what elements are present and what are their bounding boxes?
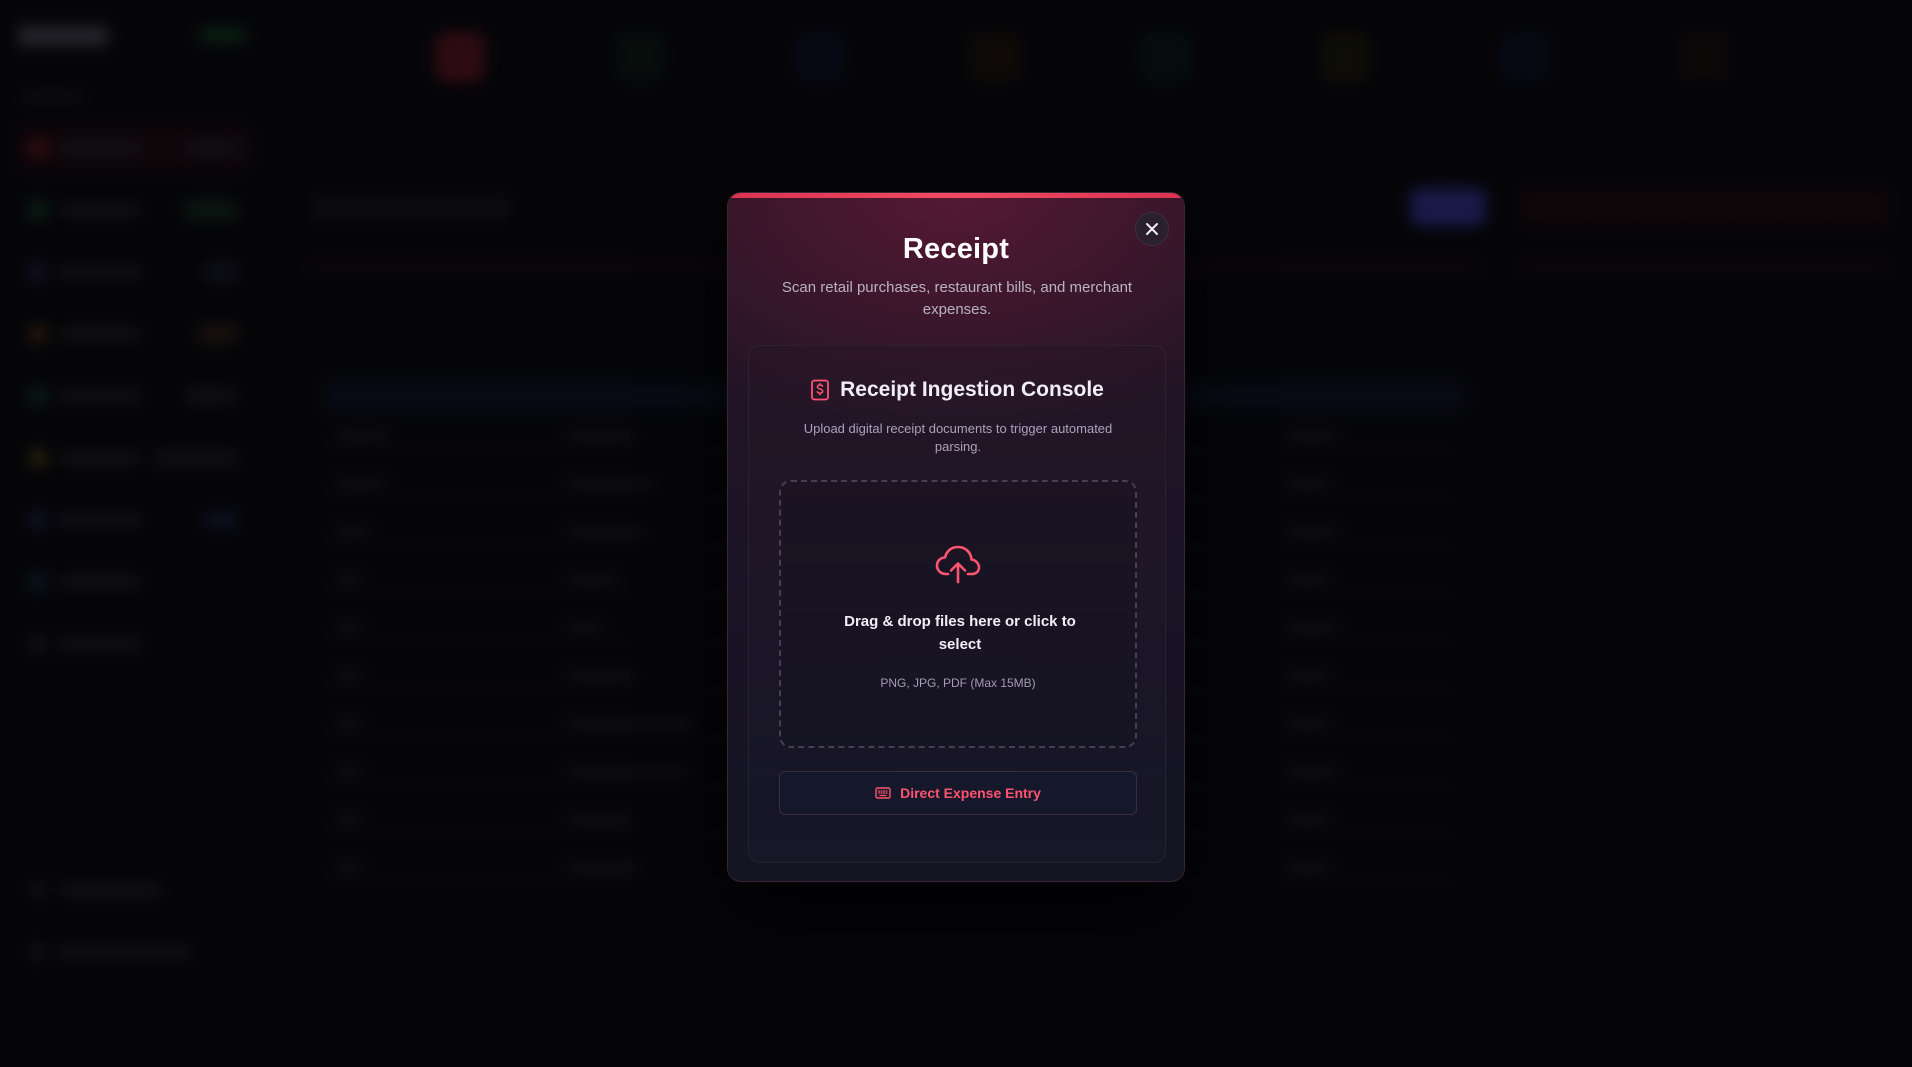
keyboard-icon	[875, 787, 891, 799]
console-title: Receipt Ingestion Console	[840, 378, 1104, 401]
dropzone-hint: PNG, JPG, PDF (Max 15MB)	[880, 676, 1036, 690]
direct-expense-entry-button[interactable]: Direct Expense Entry	[779, 771, 1137, 815]
modal-accent-bar	[728, 193, 1184, 198]
console-header: Receipt Ingestion Console	[749, 378, 1165, 402]
direct-expense-entry-label: Direct Expense Entry	[900, 785, 1041, 801]
receipt-ingestion-console: Receipt Ingestion Console Upload digital…	[748, 345, 1166, 863]
modal-title: Receipt	[902, 233, 1010, 265]
cloud-upload-icon	[935, 545, 981, 584]
receipt-modal: Receipt Scan retail purchases, restauran…	[727, 192, 1185, 882]
file-dropzone[interactable]: Drag & drop files here or click to selec…	[779, 480, 1137, 748]
receipt-dollar-icon	[811, 379, 830, 401]
modal-subtitle: Scan retail purchases, restaurant bills,…	[781, 279, 1133, 318]
dropzone-label: Drag & drop files here or click to selec…	[844, 613, 1076, 653]
console-description: Upload digital receipt documents to trig…	[803, 421, 1113, 454]
